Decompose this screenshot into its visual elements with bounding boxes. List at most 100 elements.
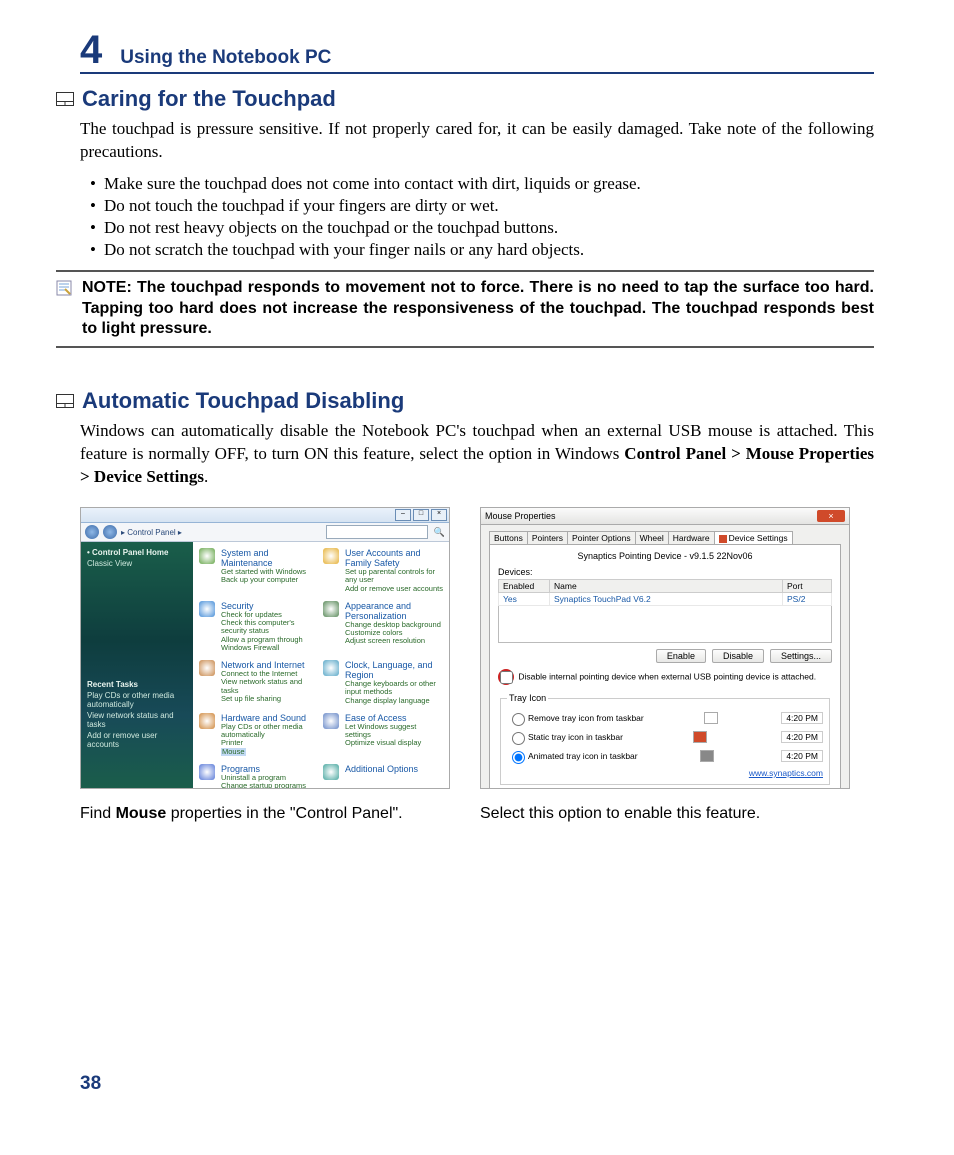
device-row[interactable]: Yes Synaptics TouchPad V6.2 PS/2: [499, 593, 832, 606]
mp-tab[interactable]: Pointers: [527, 531, 568, 544]
disable-button[interactable]: Disable: [712, 649, 764, 663]
cp-category[interactable]: Clock, Language, and RegionChange keyboa…: [345, 660, 443, 705]
cp-category[interactable]: System and MaintenanceGet started with W…: [221, 548, 319, 593]
tray-radio[interactable]: [512, 732, 525, 745]
synaptics-link-text[interactable]: www.synaptics.com: [749, 768, 823, 778]
mp-tab-label: Hardware: [673, 533, 710, 543]
cp-category[interactable]: Ease of AccessLet Windows suggest settin…: [345, 713, 443, 756]
category-icon: [199, 713, 215, 729]
sidebar-recent-item[interactable]: Play CDs or other media automatically: [87, 691, 187, 709]
tray-icon-preview: [704, 712, 718, 724]
mp-titlebar: Mouse Properties ×: [481, 508, 849, 525]
cp-category-sub[interactable]: Play CDs or other media automatically: [221, 723, 319, 740]
category-icon: [199, 548, 215, 564]
devices-label: Devices:: [498, 567, 832, 577]
cp-category[interactable]: User Accounts and Family SafetySet up pa…: [345, 548, 443, 593]
mp-tab-label: Buttons: [494, 533, 523, 543]
category-icon: [323, 601, 339, 617]
tray-icon-preview: [700, 750, 714, 762]
precaution-item: Make sure the touchpad does not come int…: [90, 174, 874, 194]
tray-radio[interactable]: [512, 713, 525, 726]
maximize-button[interactable]: □: [413, 509, 429, 521]
cp-category-sub[interactable]: Change display language: [345, 697, 443, 705]
sidebar-recent-header: Recent Tasks: [87, 680, 187, 689]
cp-category-title[interactable]: Additional Options: [345, 764, 443, 774]
sidebar-header-label: Control Panel Home: [92, 548, 168, 557]
nav-forward-icon[interactable]: [103, 525, 117, 539]
cp-category[interactable]: Additional Options: [345, 764, 443, 789]
settings-button[interactable]: Settings...: [770, 649, 832, 663]
window-title: Mouse Properties: [485, 511, 556, 521]
cp-category-sub[interactable]: Check this computer's security status: [221, 619, 319, 636]
category-icon: [323, 713, 339, 729]
tray-radio[interactable]: [512, 751, 525, 764]
sidebar-recent-item[interactable]: View network status and tasks: [87, 711, 187, 729]
sidebar-recent-item[interactable]: Add or remove user accounts: [87, 731, 187, 749]
tray-option-row[interactable]: Animated tray icon in taskbar4:20 PM: [507, 748, 823, 764]
mp-tab[interactable]: Wheel: [635, 531, 669, 544]
cp-category-title[interactable]: Appearance and Personalization: [345, 601, 443, 621]
cp-category-sub[interactable]: Back up your computer: [221, 576, 319, 584]
enable-button[interactable]: Enable: [656, 649, 706, 663]
tray-icon-preview: [693, 731, 707, 743]
cp-category-sub[interactable]: View network status and tasks: [221, 678, 319, 695]
nav-back-icon[interactable]: [85, 525, 99, 539]
cp-category-sub[interactable]: Optimize visual display: [345, 739, 443, 747]
sidebar-header: • Control Panel Home: [87, 548, 187, 557]
cp-mouse-link[interactable]: Mouse: [221, 748, 246, 756]
close-button[interactable]: ×: [431, 509, 447, 521]
cp-category-sub[interactable]: Let Windows suggest settings: [345, 723, 443, 740]
cp-category[interactable]: Hardware and SoundPlay CDs or other medi…: [221, 713, 319, 756]
close-button[interactable]: ×: [817, 510, 845, 522]
cell-port: PS/2: [783, 593, 832, 606]
cp-category-sub[interactable]: Adjust screen resolution: [345, 637, 443, 645]
caption-left-post: properties in the "Control Panel".: [166, 805, 402, 822]
cp-category-sub[interactable]: Set up file sharing: [221, 695, 319, 703]
mp-tab[interactable]: Device Settings: [714, 531, 793, 544]
note-block: NOTE: The touchpad responds to movement …: [56, 270, 874, 348]
cp-category-sub[interactable]: Change keyboards or other input methods: [345, 680, 443, 697]
precaution-item: Do not rest heavy objects on the touchpa…: [90, 218, 874, 238]
precaution-item: Do not touch the touchpad if your finger…: [90, 196, 874, 216]
minimize-button[interactable]: –: [395, 509, 411, 521]
cp-category[interactable]: Network and InternetConnect to the Inter…: [221, 660, 319, 705]
mp-tab[interactable]: Buttons: [489, 531, 528, 544]
cp-category-sub[interactable]: Add or remove user accounts: [345, 585, 443, 593]
tray-time: 4:20 PM: [781, 712, 823, 724]
sidebar-classic-view[interactable]: Classic View: [87, 559, 187, 568]
touchpad-icon: [56, 394, 74, 408]
tray-option-row[interactable]: Static tray icon in taskbar4:20 PM: [507, 729, 823, 745]
disable-option-row[interactable]: Disable internal pointing device when ex…: [498, 669, 832, 685]
section-title: Caring for the Touchpad: [82, 86, 336, 112]
tray-time: 4:20 PM: [781, 750, 823, 762]
cp-category-sub[interactable]: Set up parental controls for any user: [345, 568, 443, 585]
cp-category-sub[interactable]: Change startup programs: [221, 782, 319, 789]
breadcrumb[interactable]: ▸ Control Panel ▸: [121, 528, 182, 537]
cp-category-title[interactable]: User Accounts and Family Safety: [345, 548, 443, 568]
note-icon: [56, 278, 74, 340]
caption-right: Select this option to enable this featur…: [480, 805, 850, 823]
cp-category-title[interactable]: Clock, Language, and Region: [345, 660, 443, 680]
tray-option-row[interactable]: Remove tray icon from taskbar4:20 PM: [507, 710, 823, 726]
mp-tab[interactable]: Pointer Options: [567, 531, 636, 544]
synaptics-link[interactable]: www.synaptics.com: [507, 768, 823, 778]
touchpad-icon: [56, 92, 74, 106]
cell-name: Synaptics TouchPad V6.2: [550, 593, 783, 606]
mp-tab[interactable]: Hardware: [668, 531, 715, 544]
cp-category[interactable]: Appearance and PersonalizationChange des…: [345, 601, 443, 652]
section-title: Automatic Touchpad Disabling: [82, 388, 404, 414]
chapter-header: 4 Using the Notebook PC: [80, 30, 874, 74]
cp-category[interactable]: SecurityCheck for updatesCheck this comp…: [221, 601, 319, 652]
search-icon[interactable]: 🔍: [434, 527, 445, 538]
note-text: NOTE: The touchpad responds to movement …: [82, 278, 874, 340]
screenshot-mouse-properties: Mouse Properties × Buttons PointersPointe…: [480, 507, 850, 789]
category-icon: [323, 764, 339, 780]
cp-category-sub[interactable]: Allow a program through Windows Firewall: [221, 636, 319, 653]
cp-category-title[interactable]: System and Maintenance: [221, 548, 319, 568]
search-input[interactable]: [326, 525, 428, 539]
precaution-item: Do not scratch the touchpad with your fi…: [90, 240, 874, 260]
chapter-title: Using the Notebook PC: [120, 47, 331, 69]
cp-category[interactable]: ProgramsUninstall a programChange startu…: [221, 764, 319, 789]
disable-checkbox[interactable]: [500, 671, 513, 684]
section-caring-touchpad: Caring for the Touchpad The touchpad is …: [80, 86, 874, 348]
